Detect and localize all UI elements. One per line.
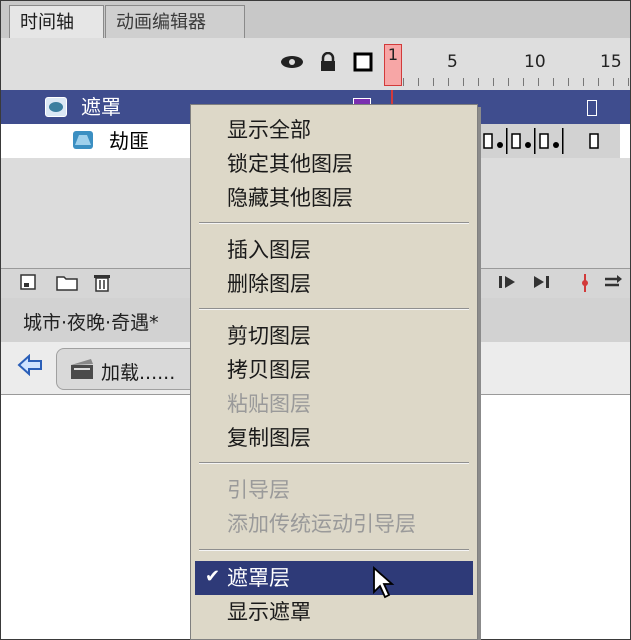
menu-item-guide: 引导层 (227, 478, 290, 502)
eye-icon[interactable] (280, 52, 304, 74)
menu-item-insert-layer[interactable]: 插入图层 (227, 233, 311, 267)
ruler-label: 5 (447, 52, 458, 72)
menu-item-mask[interactable]: ✔ 遮罩层 (195, 561, 473, 595)
playhead-marker[interactable]: 1 (384, 44, 402, 86)
menu-separator (199, 222, 469, 224)
tab-motion-editor[interactable]: 动画编辑器 (105, 5, 245, 38)
outline-icon[interactable] (353, 52, 373, 76)
mask-layer-icon (45, 97, 67, 117)
menu-separator (199, 308, 469, 310)
scene-breadcrumb[interactable]: 加载...... (56, 348, 198, 390)
ruler-label: 10 (524, 52, 546, 72)
menu-item-copy-layer[interactable]: 拷贝图层 (227, 353, 311, 387)
menu-item-paste-layer: 粘贴图层 (227, 392, 311, 416)
mouse-cursor-icon (373, 566, 395, 599)
document-tab[interactable]: 城市·夜晚·奇遇* (23, 308, 159, 335)
layer-name: 遮罩 (81, 95, 121, 119)
menu-separator (199, 549, 469, 551)
keyframe-end (587, 100, 597, 116)
layer-context-menu: 显示全部 锁定其他图层 隐藏其他图层 插入图层 删除图层 剪切图层 拷贝图层 粘… (190, 104, 478, 640)
lock-icon[interactable] (319, 51, 337, 76)
layer-frames-keyframes[interactable] (480, 124, 620, 158)
center-frame-icon[interactable] (576, 273, 594, 298)
tab-timeline[interactable]: 时间轴 (9, 5, 104, 38)
ruler-label: 15 (600, 52, 622, 72)
panel-tab-bar: 时间轴 动画编辑器 (1, 1, 630, 39)
ruler-ticks (403, 78, 630, 86)
menu-separator (199, 462, 469, 464)
step-forward-icon[interactable] (497, 273, 519, 296)
go-to-last-frame-icon[interactable] (531, 273, 553, 296)
new-folder-icon[interactable] (56, 273, 78, 296)
back-arrow-icon[interactable] (17, 353, 43, 382)
loop-icon[interactable] (601, 273, 625, 296)
menu-item-add-motion-guide: 添加传统运动引导层 (227, 512, 416, 536)
scene-icon (69, 357, 95, 386)
menu-item-label: 遮罩层 (227, 566, 290, 590)
masked-layer-icon (73, 131, 93, 149)
check-icon: ✔ (205, 566, 221, 587)
delete-layer-icon[interactable] (93, 273, 111, 298)
new-layer-icon[interactable] (19, 273, 37, 296)
menu-item-lock-others[interactable]: 锁定其他图层 (227, 147, 353, 181)
timeline-header: 1 5 10 15 (1, 38, 630, 91)
menu-item-show-all[interactable]: 显示全部 (227, 113, 311, 147)
menu-item-hide-others[interactable]: 隐藏其他图层 (227, 181, 353, 215)
menu-item-duplicate-layer[interactable]: 复制图层 (227, 421, 311, 455)
scene-label: 加载...... (101, 362, 176, 384)
menu-item-cut-layer[interactable]: 剪切图层 (227, 319, 311, 353)
layer-name: 劫匪 (109, 129, 149, 153)
menu-item-delete-layer[interactable]: 删除图层 (227, 267, 311, 301)
menu-item-show-mask[interactable]: 显示遮罩 (227, 595, 311, 629)
